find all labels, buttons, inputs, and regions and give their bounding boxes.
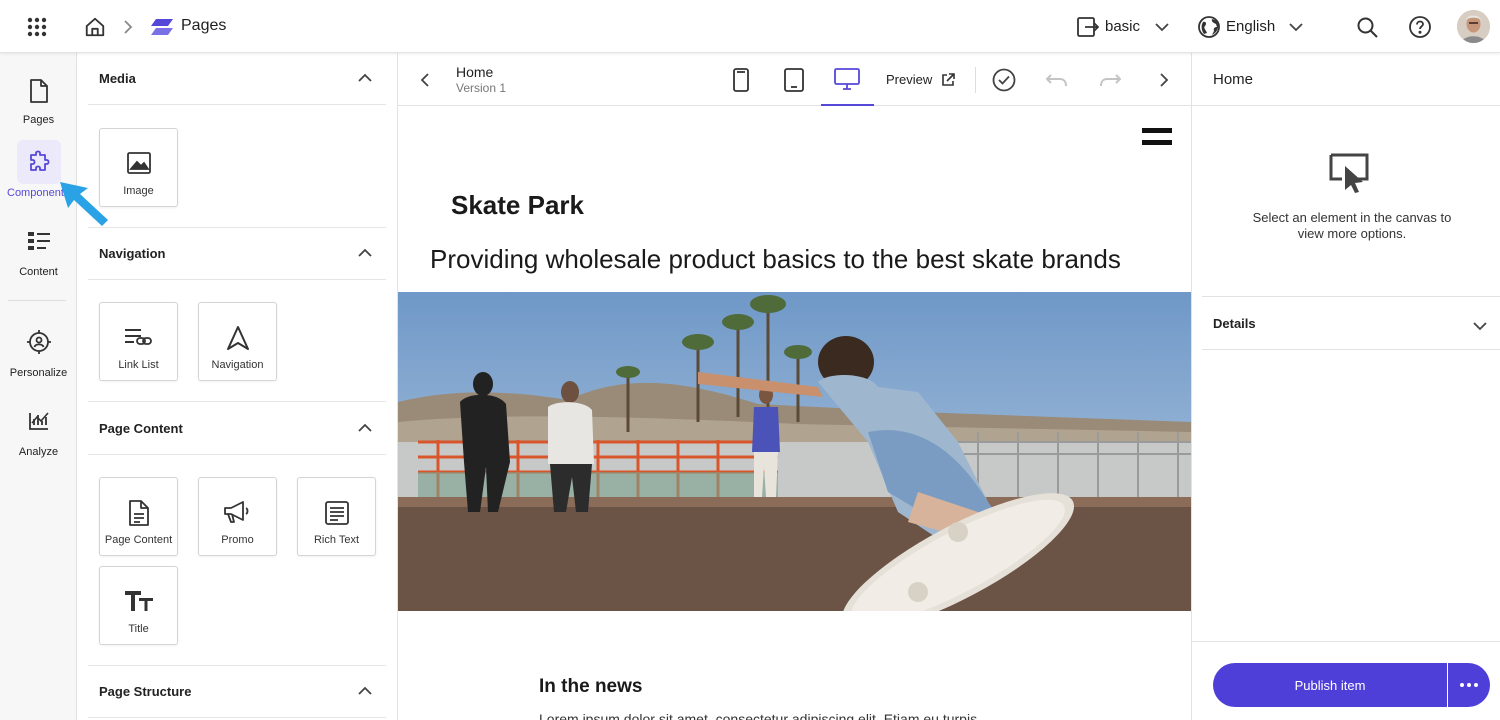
properties-title: Home: [1213, 71, 1254, 88]
redo-icon[interactable]: [1096, 67, 1124, 93]
properties-header: Home: [1192, 53, 1500, 106]
component-tile-promo[interactable]: Promo: [198, 477, 277, 556]
rail-divider: [8, 300, 66, 301]
section-title: Page Structure: [99, 684, 192, 699]
desktop-view-tab[interactable]: [821, 53, 874, 106]
tile-label: Promo: [221, 534, 254, 546]
language-selector[interactable]: English: [1197, 13, 1307, 41]
puzzle-icon: [16, 140, 61, 184]
site-switch-icon: [1076, 15, 1100, 39]
section-title: Media: [99, 71, 136, 86]
search-icon[interactable]: [1354, 14, 1380, 40]
page-name: Home: [456, 64, 494, 80]
section-title: Navigation: [99, 246, 166, 261]
chevron-down-icon: [1473, 318, 1487, 336]
analytics-icon: [17, 399, 61, 443]
news-heading: In the news: [539, 676, 643, 697]
select-cursor-icon: [1328, 151, 1372, 195]
chevron-up-icon: [358, 69, 372, 87]
top-bar: Pages basic English: [0, 0, 1500, 53]
preview-button-label[interactable]: Preview: [886, 72, 932, 87]
avatar[interactable]: [1457, 10, 1490, 43]
desktop-view-icon: [834, 67, 860, 91]
component-tile-link-list[interactable]: Link List: [99, 302, 178, 381]
details-accordion[interactable]: Details: [1202, 297, 1500, 350]
component-tile-page-content[interactable]: Page Content: [99, 477, 178, 556]
section-header-navigation[interactable]: Navigation: [88, 228, 386, 280]
check-circle-icon[interactable]: [991, 67, 1017, 93]
left-nav-rail: Pages Components Content Personalize Ana…: [0, 53, 77, 720]
more-icon: [1460, 683, 1478, 687]
empty-selection-message: Select an element in the canvas to view …: [1252, 210, 1452, 241]
components-panel: Media Image Navigation Link List Navigat…: [77, 53, 398, 720]
rail-item-pages[interactable]: Pages: [0, 69, 77, 126]
breadcrumb-current: Pages: [181, 17, 227, 34]
tile-label: Title: [128, 623, 149, 635]
tile-label: Link List: [118, 359, 159, 371]
page-headline: Providing wholesale product basics to th…: [430, 244, 1121, 274]
pages-app-logo-icon: [150, 16, 174, 38]
chevron-up-icon: [358, 244, 372, 262]
chevron-down-icon: [1288, 20, 1304, 34]
section-divider: [88, 401, 386, 402]
site-title: Skate Park: [451, 190, 584, 220]
canvas-toolbar: Home Version 1 Preview: [398, 53, 1191, 106]
properties-panel: Home Select an element in the canvas to …: [1191, 53, 1500, 720]
page-icon: [17, 69, 61, 113]
section-header-media[interactable]: Media: [88, 53, 386, 105]
grid-icon[interactable]: [24, 14, 50, 40]
rich-text-icon: [298, 500, 375, 526]
site-selector-value: basic: [1105, 18, 1141, 35]
publish-button[interactable]: Publish item: [1213, 663, 1447, 707]
title-icon: [100, 589, 177, 613]
mobile-view-icon[interactable]: [728, 66, 754, 94]
chevron-right-icon[interactable]: [1154, 70, 1174, 90]
pointer-arrow-icon: [58, 180, 114, 230]
chevron-up-icon: [358, 419, 372, 437]
publish-more-button[interactable]: [1448, 663, 1490, 707]
chevron-up-icon: [358, 682, 372, 700]
home-icon[interactable]: [82, 14, 108, 40]
navigation-icon: [199, 325, 276, 351]
external-link-icon[interactable]: [940, 72, 956, 88]
hamburger-menu-icon[interactable]: [1142, 128, 1172, 148]
chevron-down-icon: [1154, 20, 1170, 34]
megaphone-icon: [199, 500, 276, 524]
section-title: Page Content: [99, 421, 183, 436]
language-selector-value: English: [1226, 18, 1276, 35]
component-tile-navigation[interactable]: Navigation: [198, 302, 277, 381]
component-tile-rich-text[interactable]: Rich Text: [297, 477, 376, 556]
content-list-icon: [17, 219, 61, 263]
rail-item-label: Pages: [22, 114, 55, 126]
image-icon: [100, 151, 177, 175]
undo-icon[interactable]: [1043, 67, 1071, 93]
component-tile-title[interactable]: Title: [99, 566, 178, 645]
breadcrumb-chevron-icon: [120, 17, 136, 37]
target-icon: [17, 320, 61, 364]
tile-label: Rich Text: [313, 534, 360, 546]
rail-item-personalize[interactable]: Personalize: [0, 320, 77, 379]
hero-image: [398, 292, 1191, 611]
rail-item-label: Personalize: [9, 367, 68, 379]
chevron-left-icon[interactable]: [414, 70, 434, 90]
page-canvas[interactable]: Skate Park Providing wholesale product b…: [398, 106, 1191, 720]
globe-icon: [1197, 15, 1221, 39]
page-version: Version 1: [456, 81, 507, 95]
footer-divider: [1192, 641, 1500, 642]
document-icon: [100, 500, 177, 526]
help-icon[interactable]: [1407, 14, 1433, 40]
tablet-view-icon[interactable]: [781, 66, 807, 94]
rail-item-analyze[interactable]: Analyze: [0, 399, 77, 458]
link-list-icon: [100, 325, 177, 347]
rail-item-label: Analyze: [18, 446, 59, 458]
site-selector[interactable]: basic: [1076, 13, 1176, 41]
details-label: Details: [1213, 316, 1256, 331]
rail-item-label: Content: [19, 266, 58, 278]
news-text: Lorem ipsum dolor sit amet, consectetur …: [539, 711, 978, 720]
toolbar-divider: [975, 67, 976, 93]
section-header-page-structure[interactable]: Page Structure: [88, 666, 386, 718]
tile-label: Page Content: [104, 534, 173, 546]
section-header-page-content[interactable]: Page Content: [88, 403, 386, 455]
tile-label: Navigation: [211, 359, 264, 371]
